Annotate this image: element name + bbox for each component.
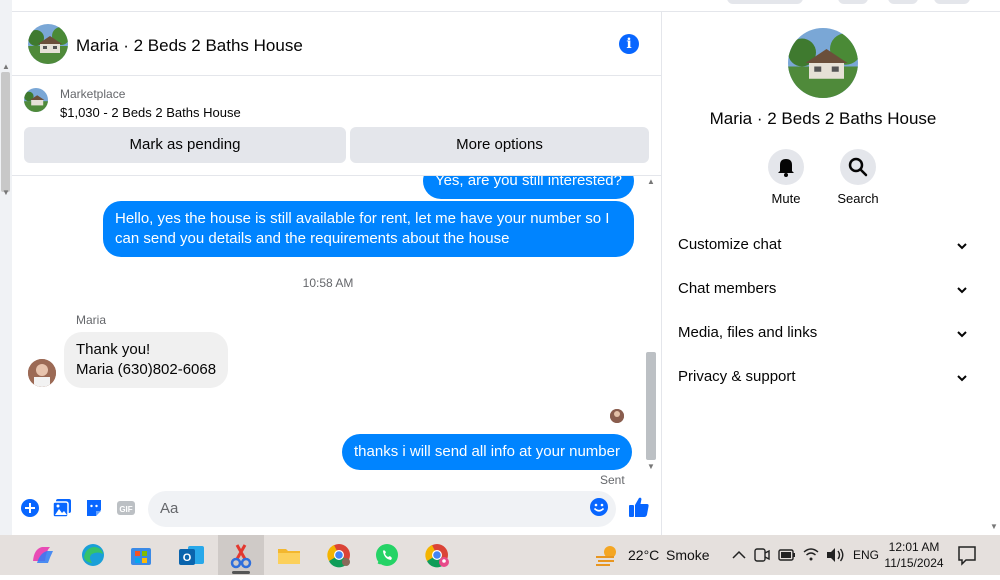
scroll-down-arrow-icon[interactable]: ▼ [647, 462, 655, 471]
chat-pane: Maria · 2 Beds 2 Baths House i Marketpla… [12, 12, 662, 535]
outgoing-message[interactable]: Hello, yes the house is still available … [103, 201, 634, 257]
emoji-icon[interactable] [589, 497, 609, 517]
mark-as-pending-button[interactable]: Mark as pending [24, 127, 346, 163]
left-scrollbar-thumb[interactable] [1, 72, 10, 192]
top-bar-button-remnant[interactable] [888, 0, 918, 4]
plus-icon[interactable] [20, 498, 40, 518]
section-customize-chat[interactable]: Customize chat [678, 234, 974, 258]
chevron-down-icon [957, 287, 967, 294]
maria-avatar[interactable] [28, 359, 56, 387]
windows-taskbar: O 22°C Smoke ENG 12:01 AM 11/15/2024 [0, 535, 1000, 575]
message-input[interactable]: Aa [148, 491, 616, 527]
message-composer: GIF Aa [12, 486, 662, 535]
message-list: Yes, are you still interested? Hello, ye… [12, 176, 662, 486]
clock-date[interactable]: 11/15/2024 [880, 556, 948, 570]
thumbs-up-icon[interactable] [628, 496, 650, 518]
section-label: Customize chat [678, 236, 782, 253]
panel-title: Maria · 2 Beds 2 Baths House [709, 109, 937, 128]
seen-receipt-avatar [610, 409, 624, 423]
mute-button[interactable]: Mute [750, 149, 822, 206]
mute-label: Mute [771, 191, 801, 206]
microsoft-store-icon[interactable] [118, 535, 164, 575]
outlook-icon[interactable]: O [168, 535, 214, 575]
scroll-down-arrow-icon[interactable]: ▼ [2, 188, 10, 197]
outgoing-message[interactable]: Yes, are you still interested? [422, 176, 634, 199]
photo-icon[interactable] [52, 498, 72, 518]
messages-scrollbar-thumb[interactable] [646, 352, 656, 460]
section-label: Media, files and links [678, 324, 818, 341]
weather-temperature[interactable]: 22°C [628, 547, 659, 563]
input-language[interactable]: ENG [853, 548, 879, 562]
volume-icon[interactable] [824, 535, 846, 575]
bell-icon[interactable] [768, 149, 804, 185]
house-avatar[interactable] [28, 24, 68, 64]
search-button[interactable]: Search [822, 149, 894, 206]
file-explorer-icon[interactable] [266, 535, 312, 575]
sender-name: Maria [76, 313, 107, 327]
scroll-down-arrow-icon[interactable]: ▼ [990, 522, 998, 531]
chevron-down-icon [957, 243, 967, 250]
gif-icon[interactable]: GIF [116, 498, 136, 518]
edge-browser-icon[interactable] [70, 535, 116, 575]
chevron-down-icon [957, 331, 967, 338]
chrome-icon[interactable] [316, 535, 362, 575]
chrome-profile-icon[interactable] [414, 535, 460, 575]
copilot-icon[interactable] [20, 535, 66, 575]
top-bar-strip [12, 0, 1000, 12]
chat-header: Maria · 2 Beds 2 Baths House i [12, 12, 662, 76]
conversation-info-panel: Maria · 2 Beds 2 Baths House Mute Search… [662, 12, 988, 535]
whatsapp-icon[interactable] [364, 535, 410, 575]
message-timestamp: 10:58 AM [302, 276, 354, 290]
more-options-button[interactable]: More options [350, 127, 649, 163]
snipping-tool-icon[interactable] [218, 535, 264, 575]
left-scrollbar-track: ▲ ▼ [0, 0, 12, 535]
search-label: Search [837, 191, 879, 206]
chat-title[interactable]: Maria · 2 Beds 2 Baths House [76, 36, 303, 56]
listing-price-title[interactable]: $1,030 - 2 Beds 2 Baths House [60, 105, 241, 120]
svg-text:O: O [183, 552, 192, 564]
outgoing-message[interactable]: thanks i will send all info at your numb… [342, 434, 632, 470]
incoming-line: Maria (630)802-6068 [76, 361, 217, 378]
notifications-icon[interactable] [954, 535, 980, 575]
weather-description[interactable]: Smoke [666, 547, 710, 563]
top-bar-search-remnant[interactable] [727, 0, 803, 4]
scroll-up-arrow-icon[interactable]: ▲ [647, 177, 655, 186]
top-bar-button-remnant[interactable] [838, 0, 868, 4]
chevron-down-icon [957, 375, 967, 382]
marketplace-listing-bar: Marketplace $1,030 - 2 Beds 2 Baths Hous… [12, 76, 662, 176]
section-media-files-links[interactable]: Media, files and links [678, 322, 974, 346]
wifi-icon[interactable] [800, 535, 822, 575]
section-label: Chat members [678, 280, 777, 297]
scroll-up-arrow-icon[interactable]: ▲ [2, 62, 10, 71]
message-status: Sent [600, 473, 625, 486]
listing-thumbnail[interactable] [24, 88, 48, 112]
section-chat-members[interactable]: Chat members [678, 278, 974, 302]
messages-scrollbar[interactable]: ▲ ▼ [644, 176, 658, 476]
top-bar-profile-remnant[interactable] [934, 0, 970, 4]
info-icon[interactable]: i [619, 34, 639, 54]
right-scrollbar[interactable]: ▼ [988, 12, 1000, 535]
section-label: Privacy & support [678, 368, 796, 385]
clock-time[interactable]: 12:01 AM [880, 540, 948, 554]
listing-source: Marketplace [60, 87, 126, 101]
chevron-up-icon[interactable] [728, 535, 750, 575]
incoming-message[interactable]: Thank you! Maria (630)802-6068 [64, 332, 229, 388]
weather-icon[interactable] [586, 535, 626, 575]
messenger-window: ▲ ▼ Maria · 2 Beds 2 Baths House i Marke… [0, 0, 1000, 535]
search-icon[interactable] [840, 149, 876, 185]
meet-now-icon[interactable] [752, 535, 772, 575]
section-privacy-support[interactable]: Privacy & support [678, 366, 974, 390]
sticker-icon[interactable] [84, 498, 104, 518]
svg-text:GIF: GIF [119, 505, 132, 514]
battery-icon[interactable] [776, 535, 798, 575]
house-avatar-large[interactable] [788, 28, 858, 98]
incoming-line: Thank you! [76, 341, 151, 358]
